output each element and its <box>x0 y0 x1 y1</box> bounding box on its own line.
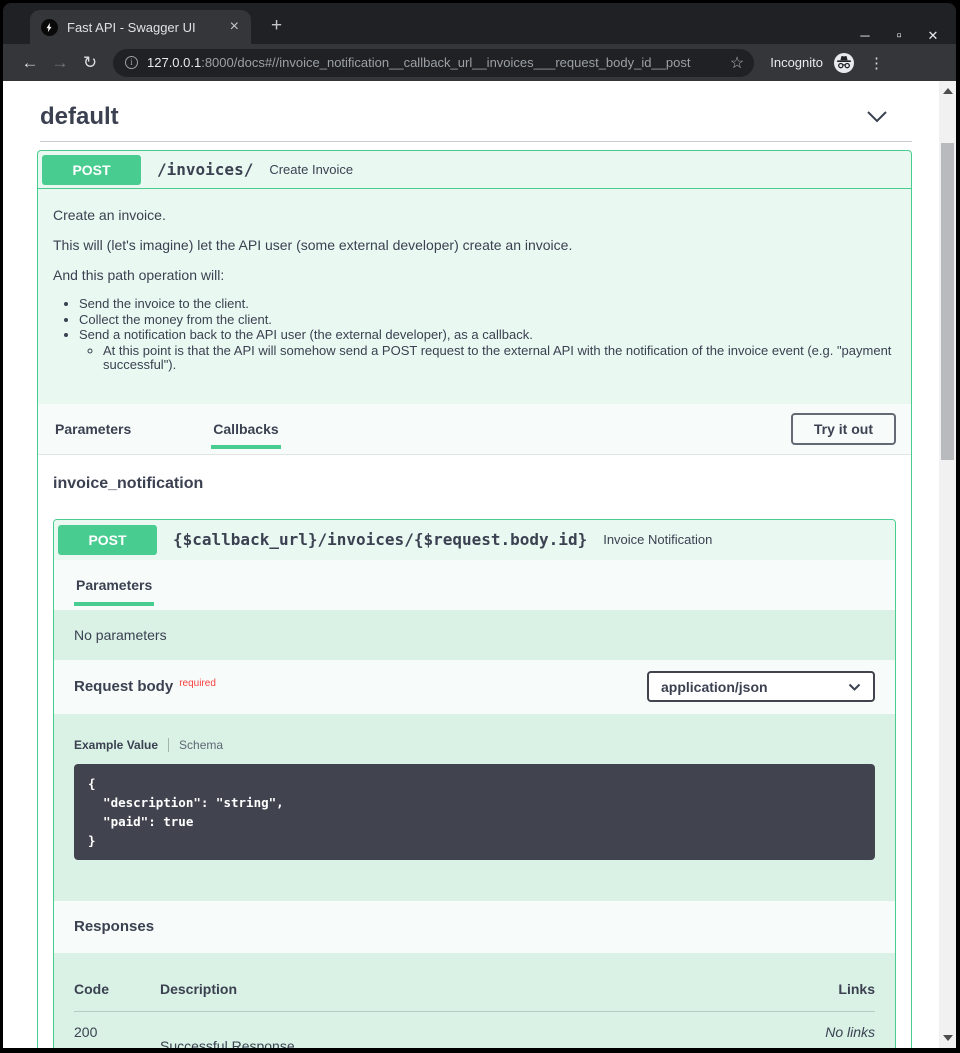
responses-header: Responses <box>54 901 895 953</box>
list-item: Send a notification back to the API user… <box>79 328 896 373</box>
response-code: 200 <box>74 1024 160 1049</box>
description-paragraph: And this path operation will: <box>53 267 896 284</box>
site-info-icon[interactable]: i <box>125 56 138 69</box>
callbacks-container: invoice_notification POST {$callback_url… <box>38 455 911 1049</box>
callback-name: invoice_notification <box>53 475 896 493</box>
tab-schema[interactable]: Schema <box>179 738 223 752</box>
tab-label: Parameters <box>55 421 131 437</box>
back-icon[interactable]: ← <box>15 53 45 73</box>
new-tab-icon[interactable]: + <box>265 15 288 37</box>
column-header-code: Code <box>74 981 160 997</box>
post-method-badge: POST <box>58 525 157 555</box>
model-tabs: Example Value Schema <box>74 738 875 752</box>
opblock-create-invoice: POST /invoices/ Create Invoice Create an… <box>37 150 912 1048</box>
browser-tab[interactable]: Fast API - Swagger UI × <box>30 10 251 44</box>
scroll-down-icon[interactable] <box>943 1035 953 1041</box>
try-it-out-button[interactable]: Try it out <box>791 413 896 445</box>
no-parameters-text: No parameters <box>74 627 167 643</box>
list-item: At this point is that the API will someh… <box>103 344 896 373</box>
description-paragraph: Create an invoice. <box>53 207 896 224</box>
callback-summary[interactable]: POST {$callback_url}/invoices/{$request.… <box>54 520 895 560</box>
active-tab-underline <box>74 602 154 606</box>
no-parameters-row: No parameters <box>54 610 895 660</box>
tag-section-header[interactable]: default <box>40 103 912 131</box>
description-paragraph: This will (let's imagine) let the API us… <box>53 237 896 254</box>
opblock-tab-row: Parameters Callbacks Try it out <box>38 404 911 455</box>
responses-table-header: Code Description Links <box>74 981 875 1012</box>
post-method-badge: POST <box>42 155 141 185</box>
endpoint-summary: Create Invoice <box>269 162 353 177</box>
url-text: 127.0.0.1:8000/docs#//invoice_notificati… <box>147 55 722 70</box>
tab-title: Fast API - Swagger UI <box>67 20 226 35</box>
list-item-text: Send a notification back to the API user… <box>79 327 533 342</box>
endpoint-description: Create an invoice. This will (let's imag… <box>38 189 911 404</box>
opblock-invoice-notification: POST {$callback_url}/invoices/{$request.… <box>53 519 896 1049</box>
scroll-up-icon[interactable] <box>943 88 953 94</box>
minimize-icon[interactable]: ─ <box>848 28 882 43</box>
tab-parameters[interactable]: Parameters <box>53 404 133 454</box>
fastapi-favicon-icon <box>41 19 58 36</box>
content-type-select[interactable]: application/json <box>647 671 875 702</box>
tag-title: default <box>40 103 119 131</box>
request-body-label: Request body required <box>74 678 216 695</box>
tab-label: Callbacks <box>213 421 278 437</box>
close-tab-icon[interactable]: × <box>226 19 243 35</box>
address-bar[interactable]: i 127.0.0.1:8000/docs#//invoice_notifica… <box>113 49 754 77</box>
active-tab-underline <box>211 445 280 449</box>
example-code-block: { "description": "string", "paid": true … <box>74 764 875 860</box>
description-sublist: At this point is that the API will someh… <box>79 344 896 373</box>
maximize-icon[interactable]: ▫ <box>882 27 916 44</box>
request-body-header: Request body required application/json <box>54 660 895 714</box>
column-header-description: Description <box>160 981 785 997</box>
section-divider <box>40 141 912 142</box>
chevron-down-icon <box>848 683 861 691</box>
url-host: 127.0.0.1 <box>147 55 201 70</box>
response-links: No links <box>785 1024 875 1049</box>
browser-toolbar: ← → ↻ i 127.0.0.1:8000/docs#//invoice_no… <box>3 44 956 81</box>
opblock-summary[interactable]: POST /invoices/ Create Invoice <box>38 151 911 189</box>
page-scrollbar[interactable] <box>939 81 956 1048</box>
reload-icon[interactable]: ↻ <box>75 53 105 73</box>
browser-menu-icon[interactable]: ⋮ <box>869 54 884 72</box>
list-item: Send the invoice to the client. <box>79 297 896 312</box>
url-path: :8000/docs#//invoice_notification__callb… <box>201 55 690 70</box>
forward-icon[interactable]: → <box>45 53 75 73</box>
tab-example-value[interactable]: Example Value <box>74 738 169 752</box>
description-list: Send the invoice to the client. Collect … <box>53 297 896 373</box>
window-controls: ─ ▫ ✕ <box>848 27 950 44</box>
tab-strip: Fast API - Swagger UI × + ─ ▫ ✕ <box>3 3 956 44</box>
swagger-ui: default POST /invoices/ Create Invoice C… <box>3 103 939 1048</box>
parameters-section-header: Parameters <box>54 560 895 610</box>
content-type-value: application/json <box>661 679 768 695</box>
scrollbar-thumb[interactable] <box>941 143 954 460</box>
request-body-text: Request body <box>74 678 173 695</box>
incognito-label: Incognito <box>770 55 823 70</box>
tab-parameters-inner[interactable]: Parameters <box>74 560 154 610</box>
list-item: Collect the money from the client. <box>79 313 896 328</box>
callback-summary-text: Invoice Notification <box>603 532 712 547</box>
responses-label: Responses <box>74 918 154 935</box>
responses-table: Code Description Links 200 Successful Re… <box>54 953 895 1049</box>
page-content: default POST /invoices/ Create Invoice C… <box>3 81 956 1048</box>
collapse-chevron-icon[interactable] <box>866 110 888 124</box>
tab-label: Parameters <box>76 577 152 593</box>
endpoint-path: /invoices/ <box>157 160 253 179</box>
model-example-section: Example Value Schema { "description": "s… <box>54 714 895 901</box>
column-header-links: Links <box>785 981 875 997</box>
browser-window: Fast API - Swagger UI × + ─ ▫ ✕ ← → ↻ i … <box>3 3 956 1048</box>
response-description: Successful Response <box>160 1024 785 1049</box>
incognito-icon <box>833 52 855 74</box>
required-badge: required <box>179 678 216 689</box>
table-row: 200 Successful Response No links <box>74 1012 875 1049</box>
bookmark-star-icon[interactable]: ☆ <box>730 53 744 73</box>
callback-path: {$callback_url}/invoices/{$request.body.… <box>173 530 587 549</box>
tab-callbacks[interactable]: Callbacks <box>211 404 280 454</box>
close-window-icon[interactable]: ✕ <box>916 28 950 44</box>
